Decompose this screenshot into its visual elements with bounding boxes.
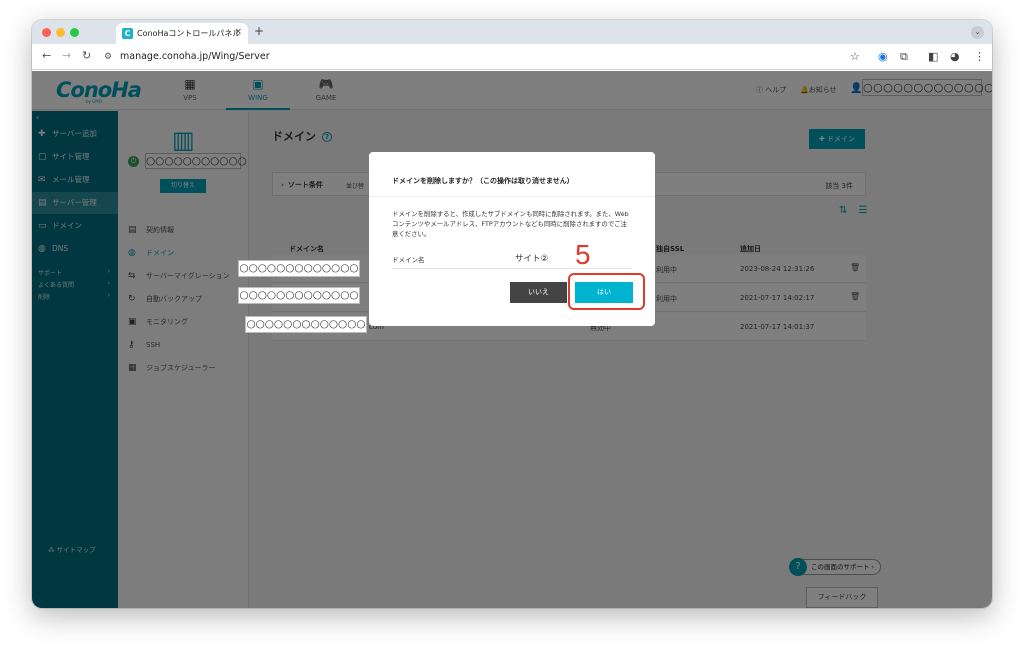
redaction-box: ○○○○○○○○○○○○○ — [238, 287, 360, 304]
reload-icon[interactable]: ↻ — [82, 50, 91, 62]
divider — [369, 196, 655, 197]
domain-name-label: ドメイン名 — [392, 256, 425, 264]
minimize-window-button[interactable] — [56, 28, 65, 37]
browser-toolbar: ← → ↻ ⚙ manage.conoha.jp/Wing/Server ☆ ◉… — [32, 44, 992, 70]
dialog-title: ドメインを削除しますか？（この操作は取り消せません） — [392, 177, 574, 185]
browser-tab[interactable]: C ConoHaコントロールパネル × — [116, 23, 248, 44]
redaction-box: ○○○○○○○○○○○○○ — [238, 260, 360, 277]
site-settings-icon[interactable]: ⚙ — [104, 52, 112, 62]
tab-strip: C ConoHaコントロールパネル × + ⌄ — [32, 20, 992, 44]
forward-arrow-icon[interactable]: → — [62, 50, 71, 62]
redaction-box: ○○○○○○○○○○○○○ — [245, 316, 367, 333]
profile-avatar-icon[interactable]: ◕ — [950, 50, 960, 63]
favicon-icon: C — [122, 28, 133, 39]
sidepanel-icon[interactable]: ◧ — [928, 50, 938, 63]
close-window-button[interactable] — [42, 28, 51, 37]
page: ConoHa by GMO ▦ VPS ▣ WING 🎮 GAME ⓘ ヘルプ … — [32, 71, 992, 608]
tab-search-icon[interactable]: ⌄ — [971, 26, 984, 39]
puzzle-icon[interactable]: ⧉ — [900, 50, 908, 63]
new-tab-button[interactable]: + — [254, 25, 264, 37]
extension-icon[interactable]: ◉ — [878, 50, 888, 63]
dialog-body: ドメインを削除すると、作成したサブドメインも同時に削除されます。また、Webコン… — [392, 210, 629, 238]
maximize-window-button[interactable] — [70, 28, 79, 37]
back-arrow-icon[interactable]: ← — [42, 50, 51, 62]
cancel-button[interactable]: いいえ — [510, 282, 567, 303]
domain-name-value: サイト② — [515, 254, 549, 264]
tab-title: ConoHaコントロールパネル — [137, 29, 241, 38]
browser-window: C ConoHaコントロールパネル × + ⌄ ← → ↻ ⚙ manage.c… — [32, 20, 992, 608]
highlight-box — [568, 273, 645, 310]
address-bar[interactable]: manage.conoha.jp/Wing/Server — [120, 51, 270, 62]
tab-close-icon[interactable]: × — [234, 27, 242, 37]
menu-kebab-icon[interactable]: ⋮ — [974, 50, 985, 63]
bookmark-star-icon[interactable]: ☆ — [850, 50, 860, 63]
divider — [392, 268, 632, 269]
step-number: 5 — [575, 239, 591, 270]
